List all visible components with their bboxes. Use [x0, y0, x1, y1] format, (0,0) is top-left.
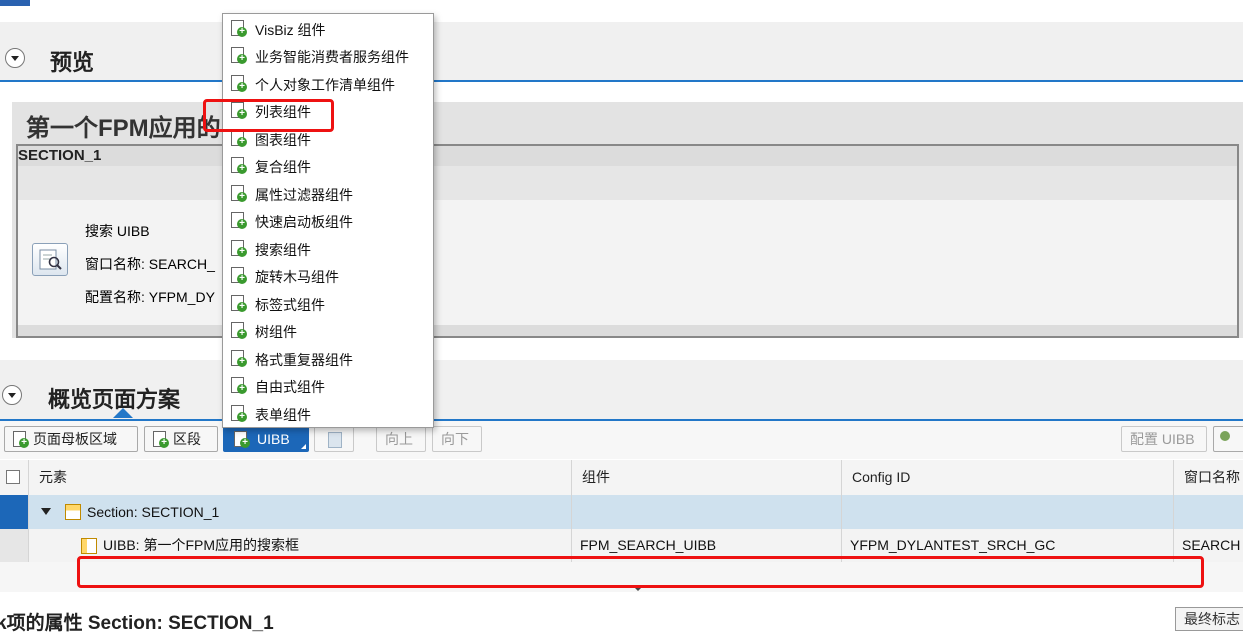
- overview-collapse-icon[interactable]: [2, 385, 22, 405]
- menu-item-freestyle[interactable]: 自由式组件: [223, 373, 433, 400]
- menu-item-search[interactable]: 搜索组件: [223, 236, 433, 263]
- add-document-icon: [231, 295, 247, 312]
- add-document-icon: [231, 267, 247, 284]
- dropdown-arrow-icon: [301, 444, 306, 449]
- final-flag-button[interactable]: 最终标志: [1175, 607, 1243, 631]
- preview-section-name: SECTION_1: [18, 147, 102, 164]
- menu-item-composite[interactable]: 复合组件: [223, 153, 433, 180]
- select-all-icon[interactable]: [6, 470, 20, 484]
- add-document-icon: [231, 405, 247, 422]
- menu-item-tabbed[interactable]: 标签式组件: [223, 291, 433, 318]
- delete-button[interactable]: [314, 426, 354, 452]
- preview-section-header: [18, 146, 1237, 166]
- menu-item-launchpad[interactable]: 快速启动板组件: [223, 208, 433, 235]
- add-document-icon: [231, 240, 247, 257]
- config-id-cell: [841, 495, 1173, 529]
- uibb-icon: [81, 538, 97, 554]
- preview-collapse-icon[interactable]: [5, 48, 25, 68]
- top-clipped-text: [0, 0, 30, 6]
- column-header-element[interactable]: 元素: [28, 460, 571, 495]
- add-section-button[interactable]: 区段: [144, 426, 218, 452]
- preview-app-title: 第一个FPM应用的: [26, 115, 221, 142]
- preview-section-strip: [18, 166, 1237, 200]
- preview-panel-title: 预览: [50, 50, 95, 75]
- component-cell: [571, 495, 841, 529]
- section-element-label: Section: SECTION_1: [87, 504, 220, 520]
- element-cell: Section: SECTION_1: [28, 495, 571, 529]
- section-icon: [65, 504, 81, 520]
- column-header-config-id[interactable]: Config ID: [841, 460, 1173, 495]
- menu-item-attribute-filter[interactable]: 属性过滤器组件: [223, 181, 433, 208]
- preview-config-name: 配置名称: YFPM_DY: [85, 289, 215, 305]
- properties-title: k项的属性 Section: SECTION_1: [0, 613, 274, 634]
- column-header-component[interactable]: 组件: [571, 460, 841, 495]
- highlight-empty-row: [77, 556, 1204, 588]
- menu-item-bics[interactable]: 业务智能消费者服务组件: [223, 43, 433, 70]
- add-document-icon: [231, 212, 247, 229]
- row-selector[interactable]: [0, 529, 28, 562]
- trash-icon: [328, 432, 342, 448]
- add-document-icon: [231, 377, 247, 394]
- add-document-icon: [13, 431, 29, 448]
- add-document-icon: [231, 20, 247, 37]
- preview-window-name: 窗口名称: SEARCH_: [85, 256, 215, 272]
- menu-item-visbiz[interactable]: VisBiz 组件: [223, 16, 433, 43]
- grid-header: 元素 组件 Config ID 窗口名称: [0, 460, 1243, 496]
- uibb-button-label: UIBB: [257, 431, 290, 447]
- preview-panel-header: [0, 22, 1243, 82]
- add-document-icon: [231, 185, 247, 202]
- add-document-icon: [231, 75, 247, 92]
- configure-uibb-button[interactable]: 配置 UIBB: [1121, 426, 1207, 452]
- expand-arrow-icon[interactable]: [41, 508, 51, 515]
- preview-uibb-label: 搜索 UIBB: [85, 223, 150, 239]
- window-cell: [1173, 495, 1243, 529]
- add-uibb-dropdown-button[interactable]: UIBB: [223, 426, 309, 452]
- add-master-area-button[interactable]: 页面母板区域: [4, 426, 138, 452]
- add-document-icon: [231, 157, 247, 174]
- menu-item-carousel[interactable]: 旋转木马组件: [223, 263, 433, 290]
- add-document-icon: [231, 130, 247, 147]
- add-master-area-label: 页面母板区域: [33, 431, 117, 447]
- menu-item-form-repeater[interactable]: 格式重复器组件: [223, 346, 433, 373]
- move-up-button[interactable]: 向上: [376, 426, 426, 452]
- user-key-icon: [1220, 431, 1230, 441]
- add-document-icon: [231, 47, 247, 64]
- highlight-list-component: [203, 99, 334, 132]
- add-document-icon: [231, 350, 247, 367]
- table-row[interactable]: Section: SECTION_1: [0, 495, 1243, 529]
- add-document-icon: [231, 322, 247, 339]
- active-tab-indicator: [110, 408, 136, 420]
- add-document-icon: [234, 431, 250, 448]
- search-uibb-icon[interactable]: [32, 243, 68, 276]
- add-document-icon: [153, 431, 169, 448]
- row-selector[interactable]: [0, 495, 28, 529]
- move-down-button[interactable]: 向下: [432, 426, 482, 452]
- overview-panel-header: [0, 360, 1243, 421]
- preview-section-footer: [18, 325, 1237, 336]
- uibb-dropdown-menu: VisBiz 组件 业务智能消费者服务组件 个人对象工作清单组件 列表组件 图表…: [222, 13, 434, 428]
- menu-item-form[interactable]: 表单组件: [223, 401, 433, 428]
- menu-item-tree[interactable]: 树组件: [223, 318, 433, 345]
- column-header-window[interactable]: 窗口名称: [1173, 460, 1243, 495]
- user-settings-button[interactable]: [1213, 426, 1243, 452]
- add-section-label: 区段: [173, 431, 201, 447]
- menu-item-pow[interactable]: 个人对象工作清单组件: [223, 71, 433, 98]
